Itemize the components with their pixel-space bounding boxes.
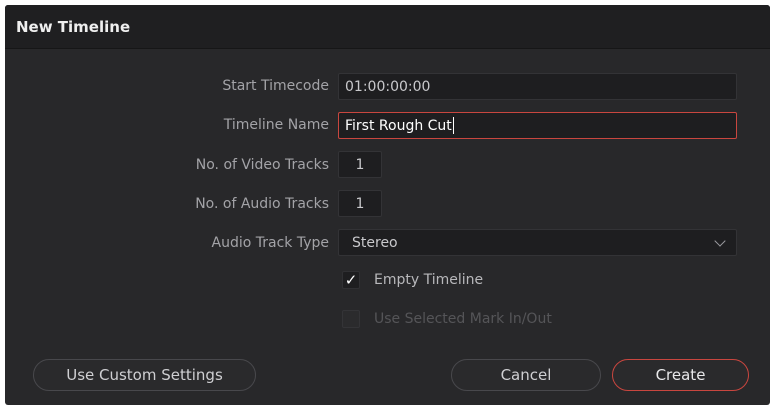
create-label: Create [655,366,706,384]
dialog-title: New Timeline [16,17,131,36]
new-timeline-dialog: New Timeline Start Timecode 01:00:00:00 … [5,5,770,405]
empty-timeline-label: Empty Timeline [374,272,484,288]
dialog-titlebar: New Timeline [5,5,770,49]
start-timecode-input[interactable]: 01:00:00:00 [338,73,737,100]
text-caret [452,117,454,134]
use-custom-settings-button[interactable]: Use Custom Settings [33,359,256,391]
empty-timeline-option[interactable]: ✓ Empty Timeline [342,271,483,289]
use-selected-mark-checkbox [342,310,360,328]
cancel-label: Cancel [500,366,552,384]
timeline-name-label: Timeline Name [223,117,329,133]
cancel-button[interactable]: Cancel [451,359,601,391]
timeline-name-input[interactable]: First Rough Cut [338,112,737,139]
use-selected-mark-label: Use Selected Mark In/Out [374,311,552,327]
start-timecode-value: 01:00:00:00 [345,78,431,95]
checkmark-icon: ✓ [344,271,358,289]
start-timecode-label: Start Timecode [222,78,329,94]
create-button[interactable]: Create [612,359,749,391]
audio-track-type-select[interactable]: Stereo [338,229,737,256]
video-tracks-value: 1 [355,156,365,173]
chevron-down-icon [714,234,726,247]
audio-tracks-input[interactable]: 1 [338,190,382,217]
video-tracks-label: No. of Video Tracks [195,157,329,173]
use-selected-mark-option: Use Selected Mark In/Out [342,310,552,328]
audio-track-type-label: Audio Track Type [211,235,329,251]
video-tracks-input[interactable]: 1 [338,151,382,178]
use-custom-settings-label: Use Custom Settings [66,366,223,384]
audio-tracks-label: No. of Audio Tracks [195,196,329,212]
empty-timeline-checkbox[interactable]: ✓ [342,271,360,289]
audio-tracks-value: 1 [355,195,365,212]
audio-track-type-value: Stereo [352,234,398,251]
timeline-name-value: First Rough Cut [345,117,452,134]
